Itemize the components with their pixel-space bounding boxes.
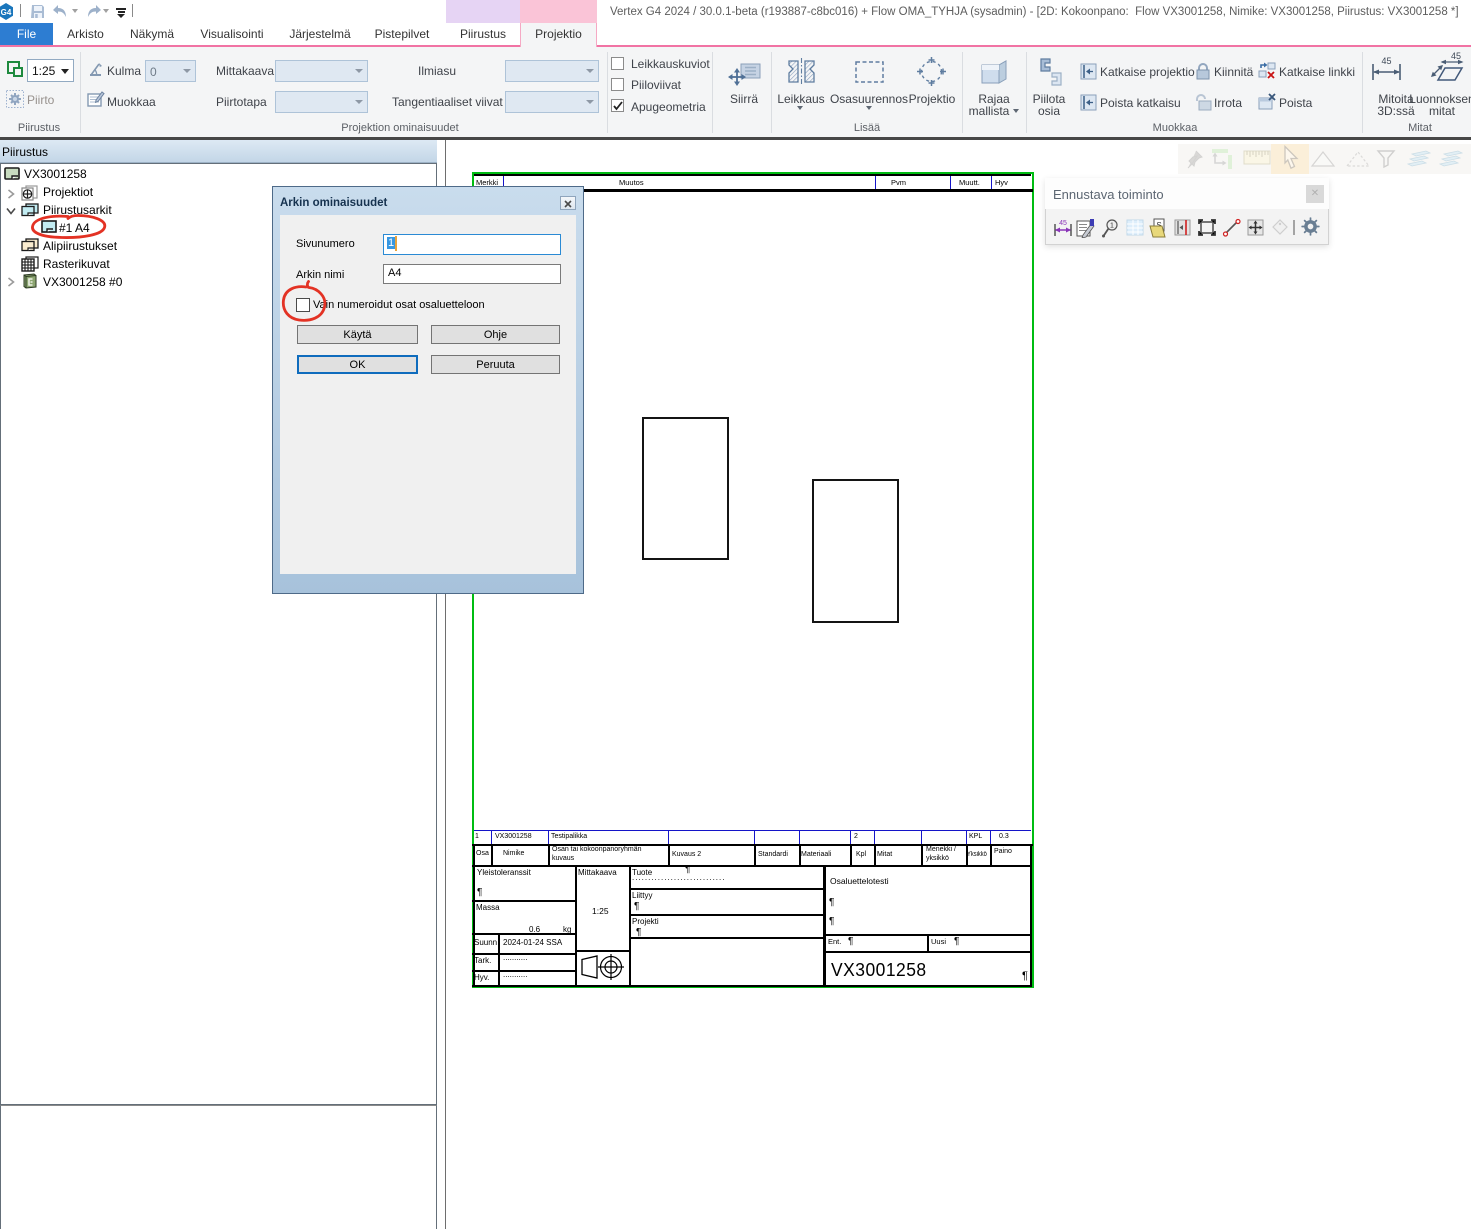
svg-text:45: 45 [1381,56,1391,66]
svg-text:1: 1 [1110,223,1114,230]
svg-text:45: 45 [1451,51,1461,61]
svg-text:45: 45 [1059,220,1067,227]
svg-text:G4: G4 [1,8,12,17]
